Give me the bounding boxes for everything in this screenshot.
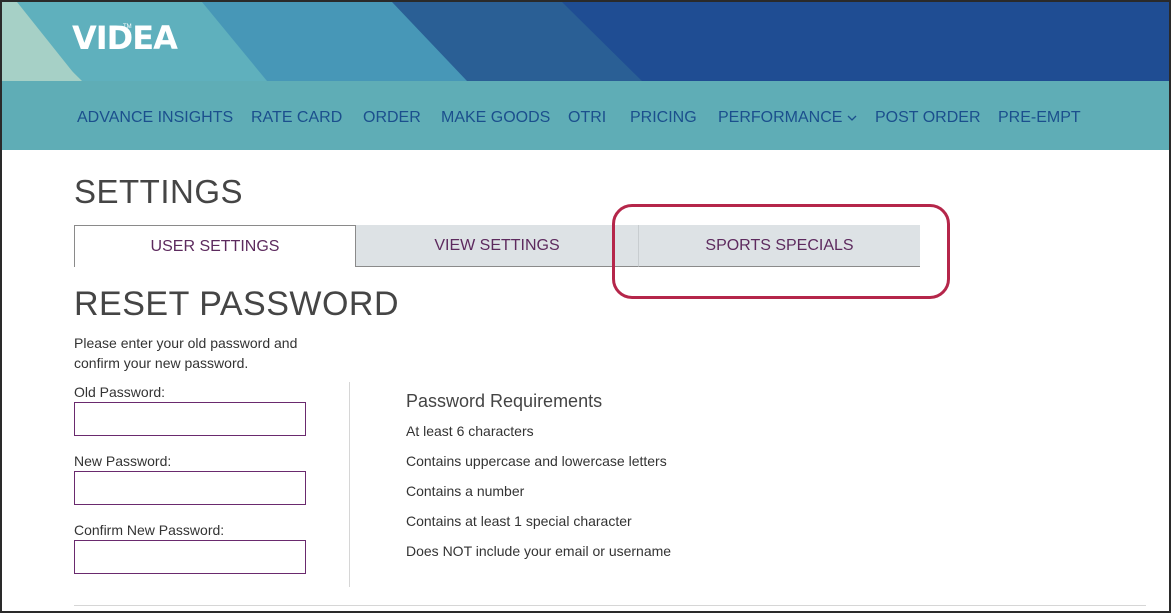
section-divider	[74, 605, 1146, 606]
main-nav: ADVANCE INSIGHTS RATE CARD ORDER MAKE GO…	[2, 81, 1169, 150]
confirm-password-field[interactable]	[74, 540, 306, 574]
nav-item-pre-empt[interactable]: PRE-EMPT	[998, 109, 1081, 127]
nav-item-make-goods[interactable]: MAKE GOODS	[441, 109, 550, 127]
tab-user-settings[interactable]: USER SETTINGS	[74, 225, 356, 267]
nav-item-performance-label: PERFORMANCE	[718, 109, 843, 126]
page-title: SETTINGS	[74, 173, 244, 210]
requirement-item: At least 6 characters	[406, 423, 534, 439]
reset-password-heading: RESET PASSWORD	[74, 285, 400, 323]
header-banner: VIDEA TM	[2, 2, 1169, 81]
app-window: VIDEA TM ADVANCE INSIGHTS RATE CARD ORDE…	[0, 0, 1171, 613]
old-password-field[interactable]	[74, 402, 306, 436]
tab-sports-specials[interactable]: SPORTS SPECIALS	[638, 225, 920, 267]
column-divider	[349, 382, 350, 587]
trademark-mark: TM	[123, 24, 132, 30]
nav-item-performance[interactable]: PERFORMANCE	[718, 109, 857, 127]
new-password-field[interactable]	[74, 471, 306, 505]
chevron-down-icon	[847, 115, 857, 121]
nav-item-rate-card[interactable]: RATE CARD	[251, 109, 342, 127]
requirement-item: Contains a number	[406, 483, 525, 499]
requirement-item: Contains uppercase and lowercase letters	[406, 453, 667, 469]
confirm-password-label: Confirm New Password:	[74, 522, 225, 538]
requirements-title: Password Requirements	[406, 391, 603, 411]
nav-item-order[interactable]: ORDER	[363, 109, 421, 127]
nav-item-pricing[interactable]: PRICING	[630, 109, 697, 127]
nav-item-advance-insights[interactable]: ADVANCE INSIGHTS	[77, 109, 233, 127]
requirement-item: Does NOT include your email or username	[406, 543, 672, 559]
reset-instructions: Please enter your old password and confi…	[74, 335, 298, 371]
requirement-item: Contains at least 1 special character	[406, 513, 632, 529]
banner-graphic	[2, 2, 642, 81]
new-password-label: New Password:	[74, 453, 172, 469]
nav-item-post-order[interactable]: POST ORDER	[875, 109, 981, 127]
nav-item-otri[interactable]: OTRI	[568, 109, 606, 127]
old-password-label: Old Password:	[74, 384, 166, 400]
tab-view-settings[interactable]: VIEW SETTINGS	[356, 225, 638, 267]
